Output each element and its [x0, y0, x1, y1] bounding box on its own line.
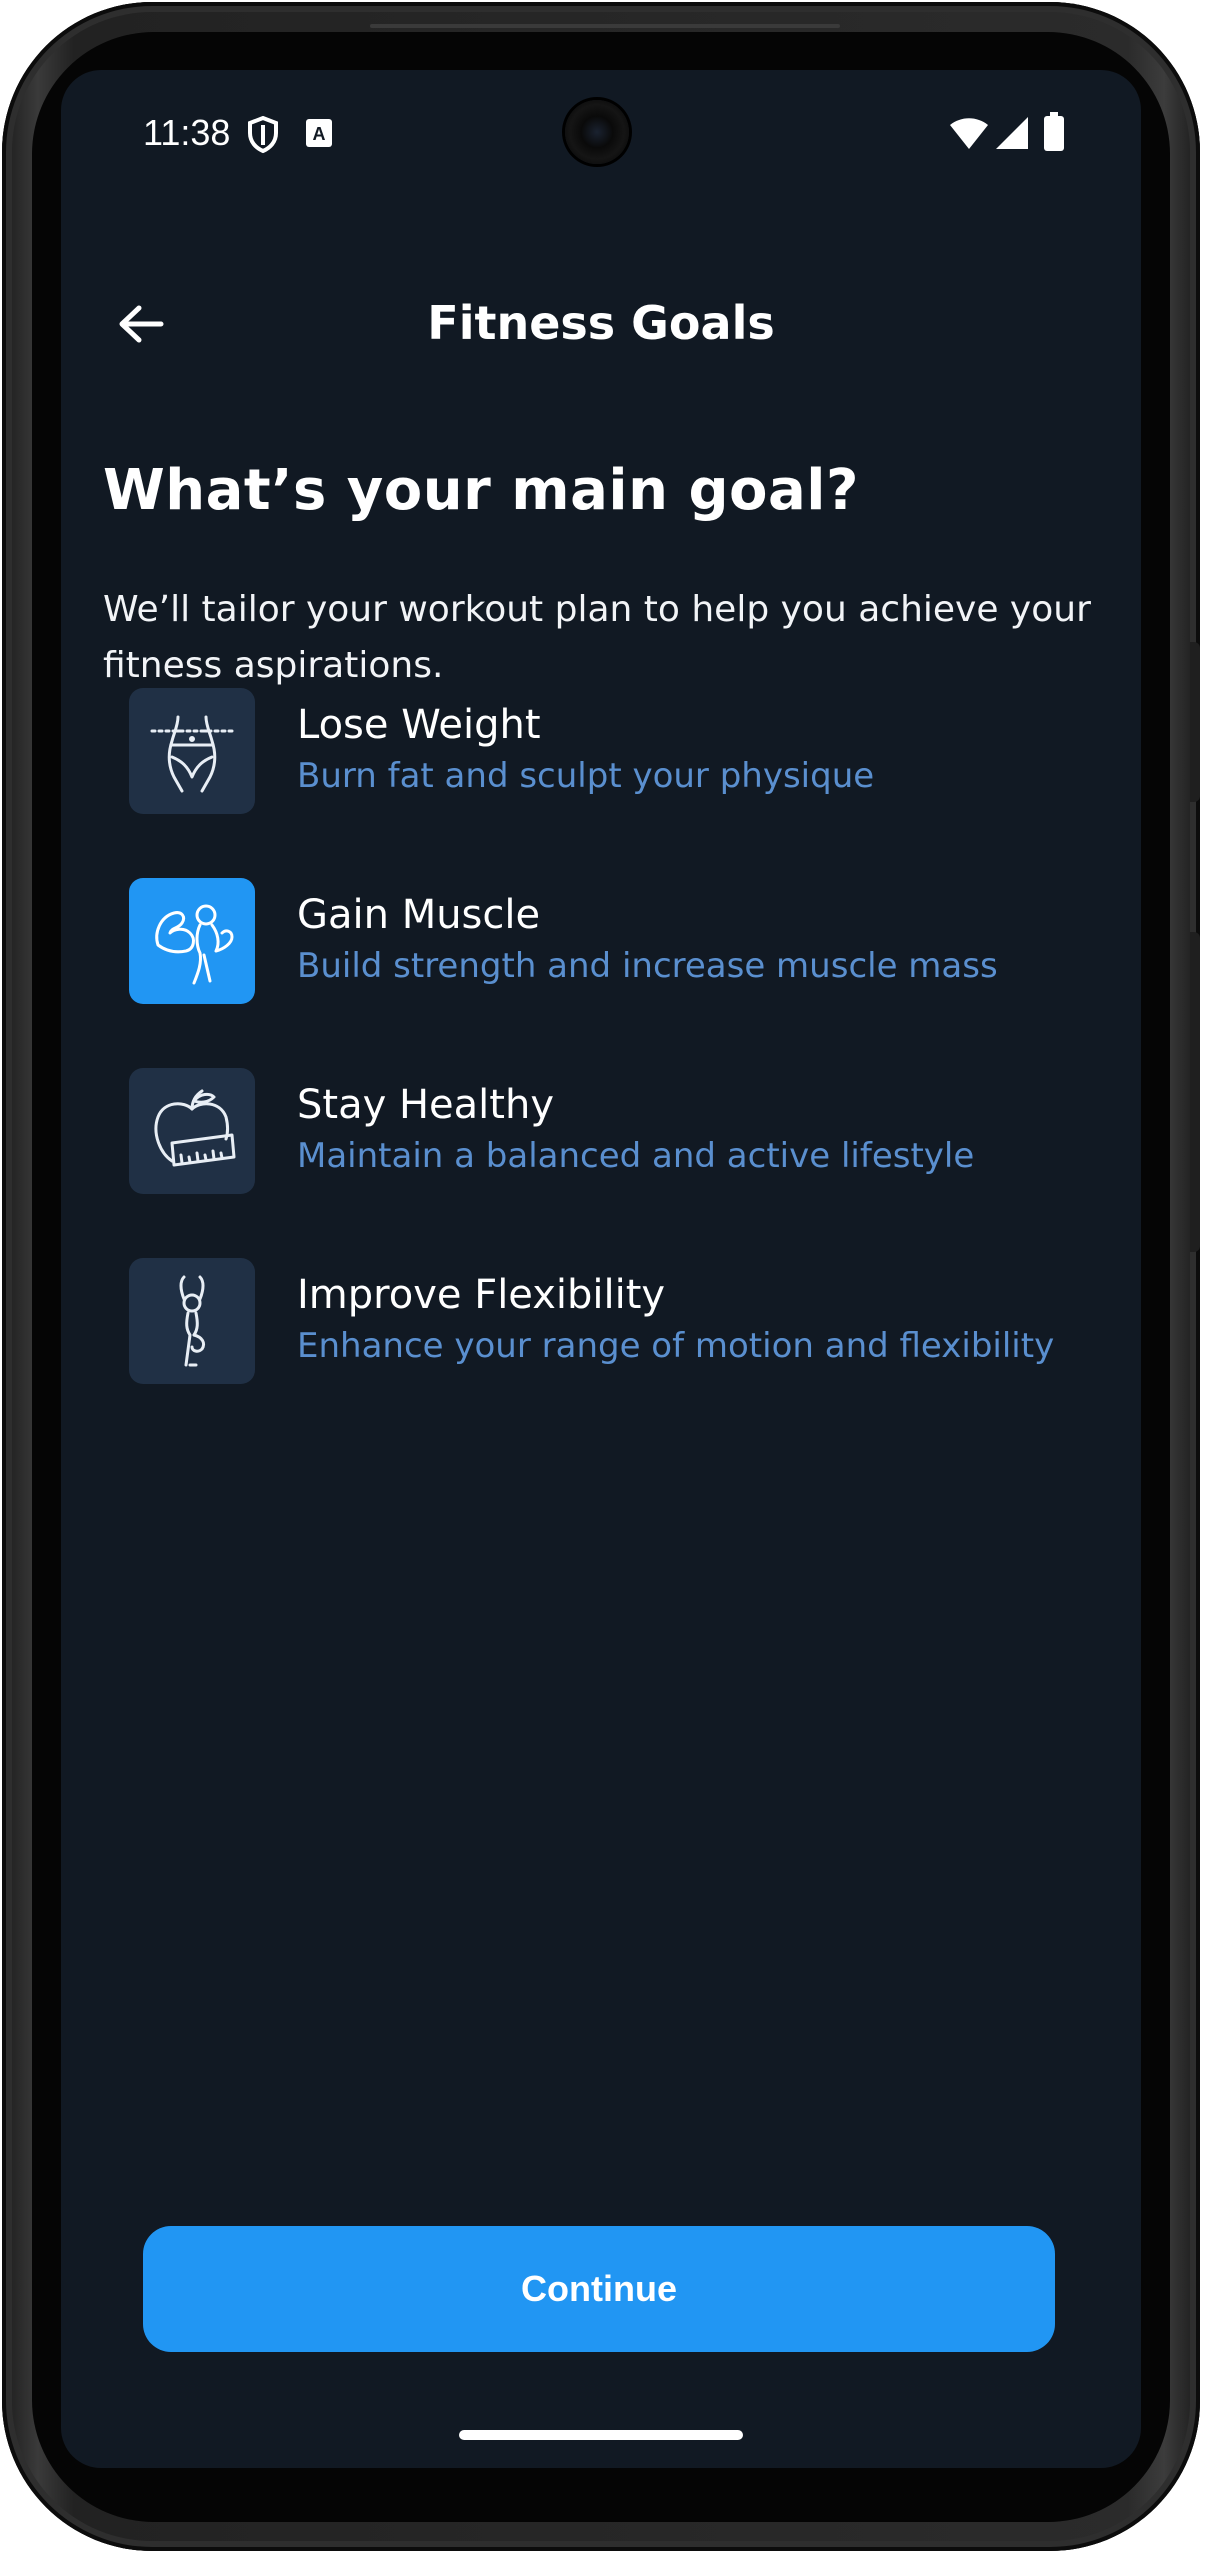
flexing-arm-icon — [129, 878, 255, 1004]
goal-description: Burn fat and sculpt your physique — [297, 756, 875, 796]
signal-icon — [995, 116, 1029, 154]
goal-option-gain-muscle[interactable]: Gain Muscle Build strength and increase … — [129, 878, 1109, 1004]
home-indicator[interactable] — [459, 2430, 743, 2440]
goal-option-improve-flexibility[interactable]: Improve Flexibility Enhance your range o… — [129, 1258, 1109, 1384]
shield-icon — [247, 115, 279, 158]
speaker-grille — [370, 24, 840, 28]
goal-description: Build strength and increase muscle mass — [297, 946, 998, 986]
keyboard-a-icon: A — [305, 118, 333, 152]
status-bar: 11:38 A — [61, 70, 1141, 200]
front-camera — [565, 100, 629, 164]
goal-option-lose-weight[interactable]: Lose Weight Burn fat and sculpt your phy… — [129, 688, 1109, 814]
goal-title: Improve Flexibility — [297, 1272, 666, 1318]
page-title: Fitness Goals — [427, 296, 775, 350]
continue-button[interactable]: Continue — [143, 2226, 1055, 2352]
battery-icon — [1043, 112, 1065, 156]
app-screen: 11:38 A Fitness Goals What’s your main g… — [61, 70, 1141, 2468]
volume-button — [1190, 932, 1200, 1252]
yoga-pose-icon — [129, 1258, 255, 1384]
svg-text:A: A — [313, 124, 326, 144]
apple-tape-icon — [129, 1068, 255, 1194]
status-time: 11:38 — [143, 112, 231, 153]
goal-title: Lose Weight — [297, 702, 541, 748]
goal-title: Gain Muscle — [297, 892, 541, 938]
goal-option-stay-healthy[interactable]: Stay Healthy Maintain a balanced and act… — [129, 1068, 1109, 1194]
power-button — [1190, 642, 1200, 802]
goal-question-subheading: We’ll tailor your workout plan to help y… — [103, 589, 1091, 686]
wifi-icon — [949, 116, 989, 154]
device-frame: 11:38 A Fitness Goals What’s your main g… — [0, 0, 1209, 2553]
goal-description: Maintain a balanced and active lifestyle — [297, 1136, 975, 1176]
goal-question-heading: What’s your main goal? — [103, 458, 859, 523]
goal-description: Enhance your range of motion and flexibi… — [297, 1326, 1055, 1366]
goal-title: Stay Healthy — [297, 1082, 554, 1128]
waist-measure-icon — [129, 688, 255, 814]
